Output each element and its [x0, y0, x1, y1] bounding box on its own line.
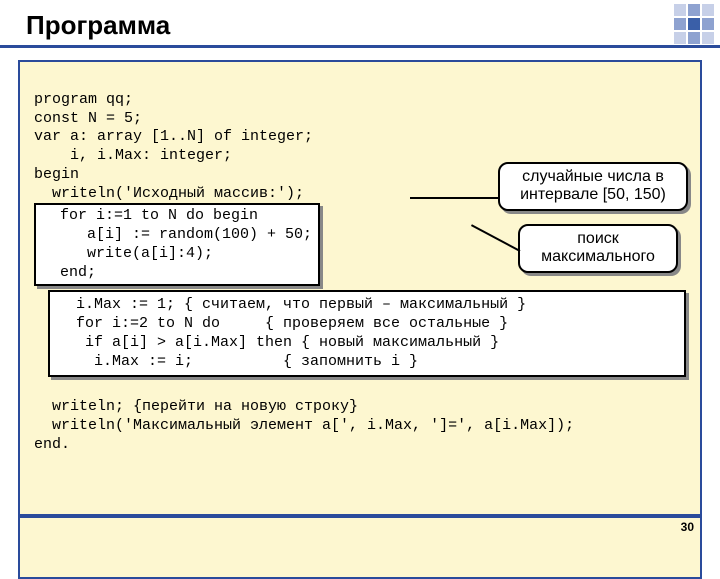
code-line: writeln('Исходный массив:'); — [34, 185, 304, 202]
code-panel: program qq; const N = 5; var a: array [1… — [18, 60, 702, 579]
callout-connector — [410, 197, 500, 199]
page-number: 30 — [681, 520, 694, 534]
code-line: end. — [34, 436, 70, 453]
code-box-findmax: i.Max := 1; { считаем, что первый – макс… — [48, 290, 686, 377]
code-line: writeln('Максимальный элемент a[', i.Max… — [34, 417, 574, 434]
code-line: begin — [34, 166, 79, 183]
callout-connector — [471, 224, 521, 252]
code-line: writeln; {перейти на новую строку} — [34, 398, 358, 415]
callout-find-max: поиск максимального — [518, 224, 678, 273]
code-box-random: for i:=1 to N do begin a[i] := random(10… — [34, 203, 320, 286]
corner-decoration — [674, 4, 714, 44]
code-line: program qq; — [34, 91, 133, 108]
footer-rule — [18, 514, 702, 518]
code-line: var a: array [1..N] of integer; — [34, 128, 313, 145]
page-title: Программа — [0, 0, 720, 48]
code-line: const N = 5; — [34, 110, 142, 127]
callout-random-range: случайные числа в интервале [50, 150) — [498, 162, 688, 211]
code-line: i, i.Max: integer; — [34, 147, 232, 164]
